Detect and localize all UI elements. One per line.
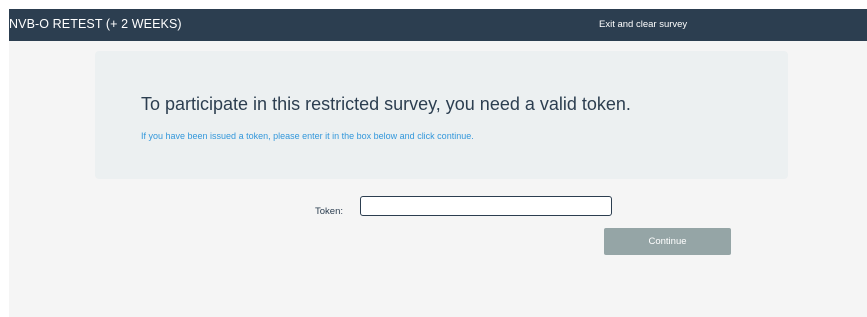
top-navbar: NVB-O RETEST (+ 2 WEEKS) Exit and clear … (9, 9, 867, 41)
survey-title: NVB-O RETEST (+ 2 WEEKS) (9, 17, 182, 31)
panel-heading: To participate in this restricted survey… (141, 94, 631, 114)
page-frame: NVB-O RETEST (+ 2 WEEKS) Exit and clear … (9, 9, 867, 317)
token-info-panel: To participate in this restricted survey… (95, 51, 788, 179)
token-input[interactable] (360, 196, 612, 216)
exit-and-clear-survey-link[interactable]: Exit and clear survey (599, 19, 687, 30)
continue-button[interactable]: Continue (604, 228, 731, 255)
panel-instructions: If you have been issued a token, please … (141, 131, 474, 141)
token-label: Token: (315, 206, 343, 217)
